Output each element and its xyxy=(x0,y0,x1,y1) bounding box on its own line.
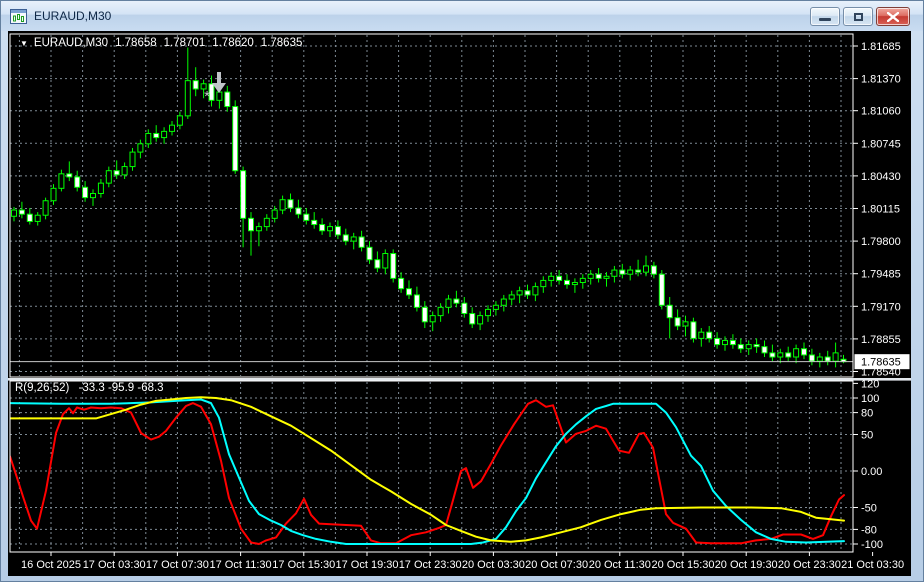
svg-text:16 Oct 2025: 16 Oct 2025 xyxy=(21,559,81,571)
svg-text:50: 50 xyxy=(861,430,873,442)
svg-text:1.80115: 1.80115 xyxy=(861,203,900,215)
svg-text:120: 120 xyxy=(861,378,879,390)
svg-text:17 Oct 11:30: 17 Oct 11:30 xyxy=(210,559,272,571)
indicator-label: R(9,26,52) -33.3 -95.9 -68.3 xyxy=(15,382,164,394)
svg-text:0.00: 0.00 xyxy=(861,466,882,478)
svg-text:17 Oct 07:30: 17 Oct 07:30 xyxy=(146,559,209,571)
indicator-name: R(9,26,52) xyxy=(15,382,69,394)
svg-text:17 Oct 19:30: 17 Oct 19:30 xyxy=(336,559,399,571)
svg-text:20 Oct 23:30: 20 Oct 23:30 xyxy=(778,559,841,571)
svg-text:-50: -50 xyxy=(861,503,877,515)
restore-button[interactable] xyxy=(843,7,873,26)
svg-text:20 Oct 19:30: 20 Oct 19:30 xyxy=(715,559,778,571)
close-button[interactable] xyxy=(876,7,910,26)
ohlc-high: 1.78701 xyxy=(164,37,206,49)
ohlc-low: 1.78620 xyxy=(212,37,254,49)
sell-arrow-icon[interactable]: * xyxy=(204,72,226,105)
time-axis[interactable]: 16 Oct 202517 Oct 03:3017 Oct 07:3017 Oc… xyxy=(21,552,904,571)
svg-text:17 Oct 23:30: 17 Oct 23:30 xyxy=(399,559,462,571)
indicator-values: -33.3 -95.9 -68.3 xyxy=(79,382,164,394)
svg-text:20 Oct 15:30: 20 Oct 15:30 xyxy=(652,559,715,571)
svg-text:1.81370: 1.81370 xyxy=(861,74,901,86)
svg-text:20 Oct 03:30: 20 Oct 03:30 xyxy=(462,559,525,571)
window-title: EURAUD,M30 xyxy=(34,9,111,23)
ohlc-label: ▼ EURAUD,M30 1.78658 1.78701 1.78620 1.7… xyxy=(20,37,302,49)
svg-text:1.81060: 1.81060 xyxy=(861,106,901,118)
svg-text:-100: -100 xyxy=(861,539,883,551)
svg-text:1.79170: 1.79170 xyxy=(861,301,901,313)
svg-text:1.78635: 1.78635 xyxy=(861,357,901,369)
title-bar[interactable]: EURAUD,M30 xyxy=(1,1,923,31)
price-axis[interactable]: 1.81685 1.81370 1.81060 1.80745 1.80430 1.801… xyxy=(853,41,910,379)
svg-text:1.80745: 1.80745 xyxy=(861,138,901,150)
grid-lines xyxy=(10,35,853,551)
chart-icon xyxy=(10,9,27,24)
ohlc-close: 1.78635 xyxy=(261,37,303,49)
restore-icon xyxy=(854,13,863,21)
svg-text:17 Oct 15:30: 17 Oct 15:30 xyxy=(272,559,335,571)
main-pane-frame[interactable] xyxy=(10,34,853,377)
svg-text:20 Oct 07:30: 20 Oct 07:30 xyxy=(525,559,588,571)
svg-text:*: * xyxy=(204,88,210,105)
svg-text:-80: -80 xyxy=(861,524,877,536)
svg-text:80: 80 xyxy=(861,408,873,420)
minimize-button[interactable] xyxy=(810,7,840,26)
minimize-icon xyxy=(819,18,831,21)
svg-text:1.81685: 1.81685 xyxy=(861,41,901,53)
candlesticks xyxy=(12,48,847,368)
red-line xyxy=(10,400,844,544)
pane-separator[interactable] xyxy=(8,378,911,381)
svg-text:1.79485: 1.79485 xyxy=(861,269,901,281)
svg-text:21 Oct 03:30: 21 Oct 03:30 xyxy=(841,559,904,571)
indicator-axis[interactable]: 120 100 80 50 0.00 -50 -80 -100 xyxy=(853,378,883,551)
svg-text:1.79800: 1.79800 xyxy=(861,236,901,248)
chart-client-area: * 1.81685 1.81370 1.81060 1.80745 1.80430 1.80… xyxy=(8,31,911,576)
window-controls xyxy=(810,7,910,26)
svg-text:17 Oct 03:30: 17 Oct 03:30 xyxy=(83,559,146,571)
svg-text:20 Oct 11:30: 20 Oct 11:30 xyxy=(589,559,651,571)
ohlc-open: 1.78658 xyxy=(115,37,157,49)
chart-window: EURAUD,M30 * 1.81685 1.81370 1.81060 1.80745… xyxy=(0,0,924,582)
symbol-dropdown-icon[interactable]: ▼ xyxy=(20,39,28,48)
svg-text:1.80430: 1.80430 xyxy=(861,171,901,183)
chart-canvas: * 1.81685 1.81370 1.81060 1.80745 1.80430 1.80… xyxy=(8,31,911,576)
svg-text:100: 100 xyxy=(861,393,879,405)
svg-text:1.78855: 1.78855 xyxy=(861,334,901,346)
ohlc-symbol: EURAUD,M30 xyxy=(34,37,108,49)
close-icon xyxy=(887,12,899,22)
